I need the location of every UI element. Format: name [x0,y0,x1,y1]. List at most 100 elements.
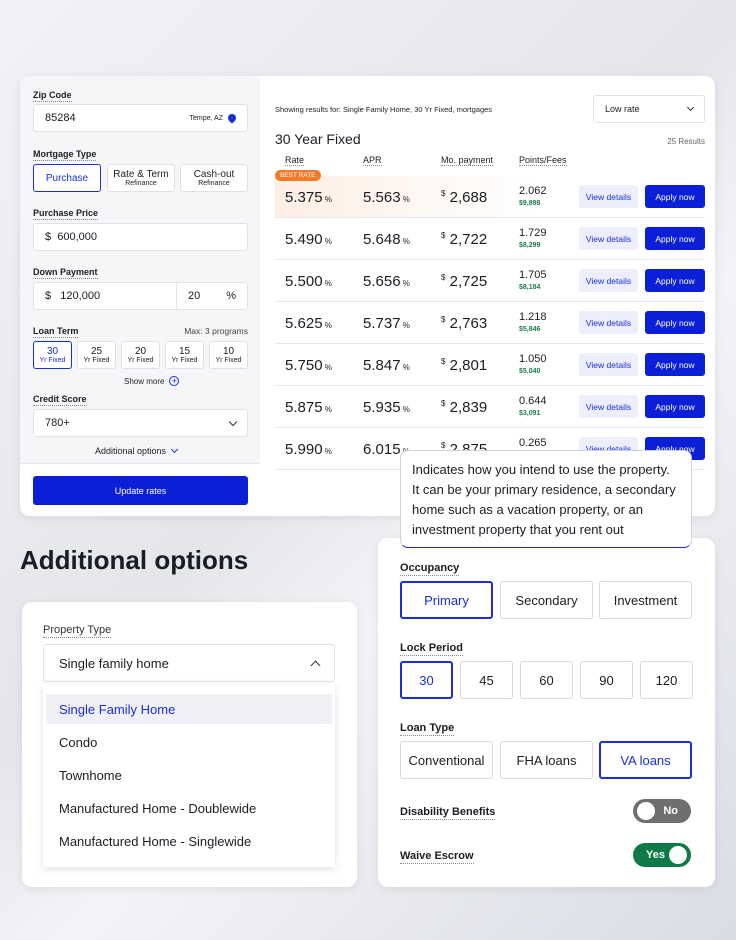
purchase-price-label: Purchase Price [33,208,99,220]
property-type-option[interactable]: Manufactured Home - Doublewide [46,793,332,823]
chevron-down-icon [171,445,179,454]
apply-now-button[interactable]: Apply now [645,269,705,292]
apply-now-button[interactable]: Apply now [645,185,705,208]
chevron-up-icon [310,660,321,670]
update-rates-button[interactable]: Update rates [33,476,248,505]
column-payment: Mo. payment [441,155,494,166]
down-payment-percent-input[interactable]: 20% [176,282,248,310]
apr-value: 5.847 % [363,357,410,374]
rate-row: 5.625 % 5.737 % $ 2,763 1.218 $5,846 View det… [275,302,705,344]
mortgage-type-purchase[interactable]: Purchase [33,164,101,192]
monthly-payment: $ 2,722 [441,231,488,248]
loan_type-conventional[interactable]: Conventional [400,741,493,779]
view-details-button[interactable]: View details [579,185,638,208]
monthly-payment: $ 2,801 [441,357,488,374]
points-value: 1.218 [519,311,547,323]
view-details-button[interactable]: View details [579,395,638,418]
points-value: 1.050 [519,353,547,365]
disability-benefits-label: Disability Benefits [400,806,496,820]
zip-input[interactable]: 85284 Tempe, AZ [33,104,248,132]
rate-value: 5.490 % [285,231,332,248]
rate-row: 5.750 % 5.847 % $ 2,801 1.050 $5,040 View det… [275,344,705,386]
loan-term-20[interactable]: 20 Yr Fixed [121,341,160,369]
rate-row: 5.875 % 5.935 % $ 2,839 0.644 $3,091 View det… [275,386,705,428]
property-type-option[interactable]: Single Family Home [46,694,332,724]
view-details-button[interactable]: View details [579,311,638,334]
additional-options-toggle[interactable]: Additional options [95,445,179,456]
rate-row: 5.375 % 5.563 % $ 2,688 2.062 $9,898 View det… [275,176,705,218]
lock_period-90[interactable]: 90 [580,661,633,699]
view-details-button[interactable]: View details [579,269,638,292]
plus-circle-icon: + [169,376,180,386]
occupancy-investment[interactable]: Investment [599,581,692,619]
zip-label: Zip Code [33,90,72,102]
lock_period-45[interactable]: 45 [460,661,513,699]
credit-score-select[interactable]: 780+ [33,409,248,437]
apr-value: 5.656 % [363,273,410,290]
rate-value: 5.625 % [285,315,332,332]
monthly-payment: $ 2,725 [441,273,488,290]
best-rate-badge: BEST RATE [275,170,321,181]
property-type-select[interactable]: Single family home [43,644,335,682]
view-details-button[interactable]: View details [579,353,638,376]
purchase-price-input[interactable]: $ 600,000 [33,223,248,251]
down-payment-label: Down Payment [33,267,98,279]
apr-value: 5.737 % [363,315,410,332]
apply-now-button[interactable]: Apply now [645,395,705,418]
show-more-button[interactable]: Show more + [124,376,180,386]
fees-value: $9,898 [519,200,541,207]
disability-benefits-toggle[interactable]: No [633,799,691,823]
apply-now-button[interactable]: Apply now [645,227,705,250]
monthly-payment: $ 2,839 [441,399,488,416]
sort-select[interactable]: Low rate [593,95,705,123]
loan-term-30[interactable]: 30 Yr Fixed [33,341,72,369]
fees-value: $5,846 [519,326,541,333]
occupancy-secondary[interactable]: Secondary [500,581,593,619]
down-payment-amount-input[interactable]: $ 120,000 [33,282,177,310]
property-type-option[interactable]: Condo [46,727,332,757]
apr-value: 5.648 % [363,231,410,248]
lock_period-120[interactable]: 120 [640,661,693,699]
loan-term-25[interactable]: 25 Yr Fixed [77,341,116,369]
fees-value: $8,299 [519,242,541,249]
monthly-payment: $ 2,763 [441,315,488,332]
loan_type-va-loans[interactable]: VA loans [599,741,692,779]
additional-options-heading: Additional options [20,545,249,575]
rate-value: 5.990 % [285,441,332,458]
rate-value: 5.500 % [285,273,332,290]
property-type-option[interactable]: Townhome [46,760,332,790]
loan-term-15[interactable]: 15 Yr Fixed [165,341,204,369]
chevron-down-icon [228,417,238,426]
lock_period-60[interactable]: 60 [520,661,573,699]
property-type-label: Property Type [43,624,112,638]
loan_type-fha-loans[interactable]: FHA loans [500,741,593,779]
loan-type-label: Loan Type [400,722,455,736]
apply-now-button[interactable]: Apply now [645,311,705,334]
waive-escrow-toggle[interactable]: Yes [633,843,691,867]
monthly-payment: $ 2,688 [441,189,488,206]
property-type-option[interactable]: Manufactured Home - Singlewide [46,826,332,856]
occupancy-primary[interactable]: Primary [400,581,493,619]
mortgage-type-cash-out[interactable]: Cash-out Refinance [180,164,248,192]
column-points-fees: Points/Fees [519,155,567,166]
lock_period-30[interactable]: 30 [400,661,453,699]
zip-location: Tempe, AZ [189,114,223,122]
rate-row: 5.490 % 5.648 % $ 2,722 1.729 $8,299 View det… [275,218,705,260]
mortgage-type-rate-term[interactable]: Rate & Term Refinance [107,164,175,192]
chevron-down-icon [686,103,695,112]
points-value: 1.705 [519,269,547,281]
apply-now-button[interactable]: Apply now [645,353,705,376]
loan-term-10[interactable]: 10 Yr Fixed [209,341,248,369]
loan-term-max: Max: 3 programs [184,326,248,336]
occupancy-label: Occupancy [400,562,460,576]
rate-value: 5.875 % [285,399,332,416]
view-details-button[interactable]: View details [579,227,638,250]
occupancy-tooltip: Indicates how you intend to use the prop… [400,450,692,548]
points-value: 0.644 [519,395,547,407]
zip-value: 85284 [45,112,76,124]
fees-value: $3,091 [519,410,541,417]
apr-value: 5.563 % [363,189,410,206]
credit-score-label: Credit Score [33,394,87,406]
fees-value: $8,184 [519,284,541,291]
column-rate: Rate [285,155,305,166]
